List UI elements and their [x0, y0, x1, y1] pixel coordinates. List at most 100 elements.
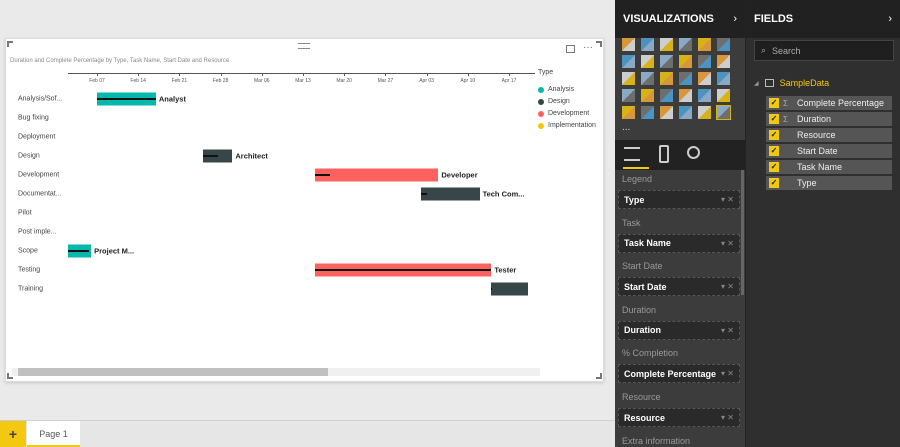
task-bar[interactable] [491, 282, 529, 296]
well-value: Resource [624, 412, 666, 423]
well-duration[interactable]: Duration ▾ ✕ [618, 320, 740, 340]
analytics-magnifier-icon[interactable] [687, 146, 700, 159]
visual-type-icon[interactable] [641, 72, 654, 85]
visual-type-icon[interactable] [641, 89, 654, 102]
well--completion[interactable]: Complete Percentage ▾ ✕ [618, 364, 740, 384]
collapse-chevron-icon[interactable]: › [888, 13, 892, 25]
fields-tab-icon[interactable] [624, 147, 640, 161]
visual-type-icon[interactable] [679, 106, 692, 119]
x-tick-mark [138, 73, 140, 76]
well-task[interactable]: Task Name ▾ ✕ [618, 233, 740, 253]
completion-line [314, 269, 492, 271]
scrollbar-thumb[interactable] [18, 368, 328, 376]
checkbox-checked-icon[interactable]: ✓ [769, 130, 779, 140]
visual-type-icon[interactable] [717, 38, 730, 51]
legend-item[interactable]: Development [538, 110, 589, 117]
resize-corner-icon[interactable] [596, 41, 602, 47]
report-canvas: ··· Duration and Complete Percentage by … [0, 0, 615, 420]
task-label: Development [18, 171, 60, 179]
collapse-chevron-icon[interactable]: › [733, 13, 737, 25]
visual-type-icon[interactable] [679, 38, 692, 51]
task-label: Pilot [18, 209, 32, 217]
visual-type-icon[interactable] [679, 72, 692, 85]
visual-type-icon[interactable] [698, 89, 711, 102]
field-item[interactable]: ✓ Task Name [766, 160, 892, 174]
well-legend[interactable]: Type ▾ ✕ [618, 190, 740, 209]
more-options-icon[interactable]: ··· [583, 42, 593, 53]
resize-corner-icon[interactable] [596, 373, 602, 379]
checkbox-checked-icon[interactable]: ✓ [769, 178, 779, 188]
checkbox-checked-icon[interactable]: ✓ [769, 114, 779, 124]
task-bar[interactable] [314, 168, 439, 182]
field-item[interactable]: ✓ Σ Complete Percentage [766, 96, 892, 110]
visual-type-icon[interactable] [641, 38, 654, 51]
tab-page-1[interactable]: Page 1 [27, 421, 80, 447]
visual-type-icon[interactable] [679, 89, 692, 102]
legend-item[interactable]: Design [538, 98, 570, 105]
search-input[interactable]: ⌕ Search [754, 40, 894, 61]
gantt-visual-icon[interactable] [716, 105, 731, 120]
checkbox-checked-icon[interactable]: ✓ [769, 98, 779, 108]
remove-field-icon[interactable]: ▾ ✕ [721, 326, 734, 335]
visual-type-icon[interactable] [622, 55, 635, 68]
visual-type-icon[interactable] [660, 89, 673, 102]
add-page-button[interactable]: + [0, 421, 26, 447]
table-sampledata[interactable]: ◢ SampleData [754, 78, 829, 88]
table-icon [764, 79, 774, 87]
field-item[interactable]: ✓ Start Date [766, 144, 892, 158]
remove-field-icon[interactable]: ▾ ✕ [721, 195, 734, 204]
checkbox-checked-icon[interactable]: ✓ [769, 146, 779, 156]
visual-type-icon[interactable] [660, 106, 673, 119]
horizontal-scrollbar[interactable] [12, 368, 540, 376]
checkbox-checked-icon[interactable]: ✓ [769, 162, 779, 172]
visual-type-icon[interactable] [660, 55, 673, 68]
visual-type-icon[interactable] [717, 72, 730, 85]
field-item[interactable]: ✓ Resource [766, 128, 892, 142]
visual-type-icon[interactable] [641, 106, 654, 119]
format-roller-icon[interactable] [659, 145, 669, 163]
resize-corner-icon[interactable] [7, 41, 13, 47]
visual-type-icon[interactable] [622, 106, 635, 119]
well-resource[interactable]: Resource ▾ ✕ [618, 408, 740, 427]
x-tick-label: Feb 14 [130, 78, 146, 84]
visual-type-icon[interactable] [698, 55, 711, 68]
well-value: Type [624, 194, 645, 205]
remove-field-icon[interactable]: ▾ ✕ [721, 413, 734, 422]
visual-type-icon[interactable] [622, 38, 635, 51]
task-label: Design [18, 152, 40, 160]
field-item[interactable]: ✓ Σ Duration [766, 112, 892, 126]
focus-mode-icon[interactable] [566, 45, 575, 53]
drag-handle-icon[interactable] [298, 43, 310, 49]
task-bar[interactable] [420, 187, 480, 201]
x-tick-label: Mar 27 [377, 78, 394, 84]
pane-scrollbar[interactable] [741, 170, 744, 295]
x-tick-mark [509, 73, 510, 76]
visual-type-icon[interactable] [622, 72, 635, 85]
well-label: Start Date [622, 261, 663, 272]
visual-type-icon[interactable] [717, 89, 730, 102]
more-visuals-button[interactable]: ... [622, 122, 630, 133]
legend-item[interactable]: Implementation [538, 122, 596, 129]
gantt-visual[interactable] [5, 38, 604, 382]
visual-type-icon[interactable] [660, 38, 673, 51]
visual-type-icon[interactable] [698, 106, 711, 119]
remove-field-icon[interactable]: ▾ ✕ [721, 369, 734, 378]
visual-type-icon[interactable] [698, 72, 711, 85]
visual-type-icon[interactable] [641, 55, 654, 68]
visual-type-icon[interactable] [660, 72, 673, 85]
well-value: Start Date [624, 281, 667, 292]
resource-label: Developer [441, 170, 478, 180]
visual-type-icon[interactable] [622, 89, 635, 102]
visual-type-icon[interactable] [679, 55, 692, 68]
x-tick-mark [303, 73, 304, 76]
sigma-icon: Σ [783, 98, 788, 108]
legend-item[interactable]: Analysis [538, 86, 574, 93]
remove-field-icon[interactable]: ▾ ✕ [721, 282, 734, 291]
visual-type-icon[interactable] [698, 38, 711, 51]
resource-label: Tech Com... [482, 189, 525, 199]
remove-field-icon[interactable]: ▾ ✕ [721, 239, 734, 248]
visual-type-icon[interactable] [717, 55, 730, 68]
field-item[interactable]: ✓ Type [766, 176, 892, 190]
x-tick-label: Feb 07 [89, 78, 105, 84]
well-start-date[interactable]: Start Date ▾ ✕ [618, 277, 740, 297]
